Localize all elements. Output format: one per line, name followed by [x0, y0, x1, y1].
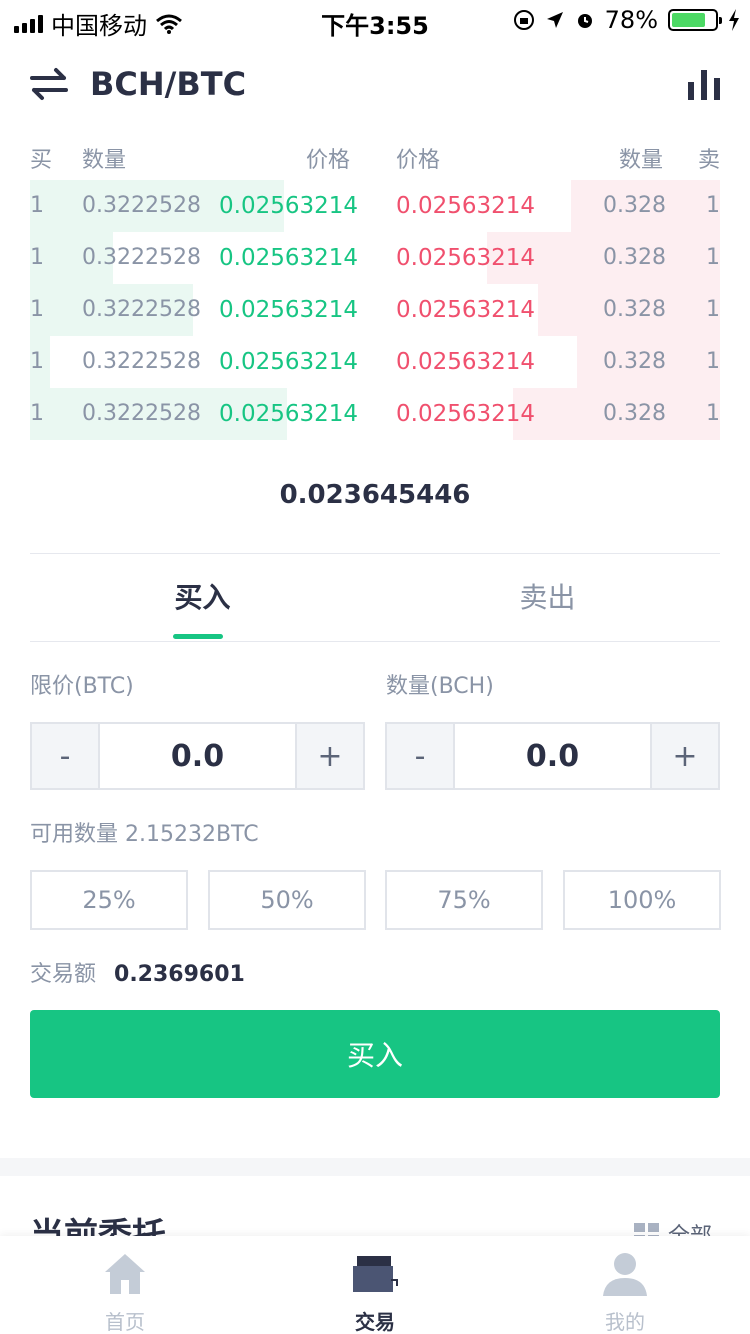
- trade-amount-value: 0.2369601: [114, 962, 245, 987]
- buy-count: 1: [30, 245, 44, 270]
- tab-buy[interactable]: 买入: [30, 554, 375, 642]
- buy-qty: 0.3222528: [82, 401, 201, 426]
- trade-amount-label: 交易额: [30, 962, 97, 987]
- divider: [30, 641, 720, 642]
- price-input[interactable]: 0.0: [98, 724, 297, 788]
- battery-percent: 78%: [604, 6, 658, 34]
- buy-qty: 0.3222528: [82, 193, 201, 218]
- percent-100-button[interactable]: 100%: [563, 870, 721, 930]
- tab-sell[interactable]: 卖出: [375, 554, 720, 642]
- order-book: 买 数量 价格 价格 数量 卖 1 0.3222528 0.02563214 0.02…: [30, 140, 720, 440]
- sell-count: 1: [706, 245, 720, 270]
- qty-input[interactable]: 0.0: [453, 724, 652, 788]
- percent-75-button[interactable]: 75%: [385, 870, 543, 930]
- buy-price: 0.02563214: [219, 297, 359, 323]
- tabbar-mine[interactable]: 我的: [500, 1236, 750, 1334]
- sell-count: 1: [706, 193, 720, 218]
- sell-qty: 0.328: [603, 401, 666, 426]
- trade-tabs: 买入 卖出: [30, 554, 720, 642]
- swap-pair-icon[interactable]: [30, 66, 68, 102]
- order-book-row[interactable]: 1 0.3222528 0.02563214 0.02563214 0.328 1: [30, 232, 720, 284]
- order-book-row[interactable]: 1 0.3222528 0.02563214 0.02563214 0.328 1: [30, 284, 720, 336]
- profile-icon: [603, 1253, 647, 1296]
- sell-price: 0.02563214: [396, 245, 536, 271]
- sell-count: 1: [706, 401, 720, 426]
- status-right: 78%: [513, 6, 740, 34]
- home-icon: [105, 1254, 145, 1294]
- buy-price: 0.02563214: [219, 193, 359, 219]
- rotation-lock-icon: [513, 10, 534, 30]
- tabbar-mine-label: 我的: [605, 1310, 645, 1334]
- buy-qty: 0.3222528: [82, 297, 201, 322]
- price-minus-button[interactable]: -: [32, 724, 98, 788]
- tabbar-home-label: 首页: [105, 1310, 145, 1334]
- price-label: 限价(BTC): [30, 674, 134, 699]
- buy-submit-button[interactable]: 买入: [30, 1010, 720, 1098]
- available-balance: 可用数量 2.15232BTC: [30, 822, 259, 847]
- buy-qty: 0.3222528: [82, 245, 201, 270]
- qty-stepper: - 0.0 +: [385, 722, 720, 790]
- buy-header: 买: [30, 148, 53, 173]
- sell-header: 卖: [697, 148, 720, 173]
- percent-50-button[interactable]: 50%: [208, 870, 366, 930]
- qty-plus-button[interactable]: +: [652, 724, 718, 788]
- tabbar-trade[interactable]: 交易: [250, 1236, 500, 1334]
- header: BCH/BTC: [30, 62, 720, 106]
- sell-qty-header: 数量: [619, 148, 664, 173]
- alarm-icon: [577, 14, 592, 28]
- trade-icon: [353, 1256, 398, 1292]
- percent-25-button[interactable]: 25%: [30, 870, 188, 930]
- buy-price: 0.02563214: [219, 401, 359, 427]
- order-book-row[interactable]: 1 0.3222528 0.02563214 0.02563214 0.328 1: [30, 388, 720, 440]
- sell-price: 0.02563214: [396, 297, 536, 323]
- price-stepper: - 0.0 +: [30, 722, 365, 790]
- status-bar: 中国移动 下午3:55 78%: [0, 0, 750, 40]
- buy-price: 0.02563214: [219, 245, 359, 271]
- buy-price-header: 价格: [306, 148, 351, 173]
- sell-qty: 0.328: [603, 193, 666, 218]
- sell-price-header: 价格: [396, 148, 441, 173]
- buy-qty: 0.3222528: [82, 349, 201, 374]
- sell-price: 0.02563214: [396, 349, 536, 375]
- buy-price: 0.02563214: [219, 349, 359, 375]
- order-book-header: 买 数量 价格 价格 数量 卖: [30, 140, 720, 180]
- section-separator: [0, 1158, 750, 1176]
- order-book-row[interactable]: 1 0.3222528 0.02563214 0.02563214 0.328 1: [30, 336, 720, 388]
- charging-icon: [729, 9, 739, 31]
- buy-count: 1: [30, 297, 44, 322]
- active-tab-indicator: [173, 634, 223, 639]
- kline-chart-icon[interactable]: [688, 68, 720, 100]
- tabbar-home[interactable]: 首页: [0, 1236, 250, 1334]
- battery-icon: [668, 9, 722, 31]
- pair-title[interactable]: BCH/BTC: [90, 62, 246, 106]
- sell-price: 0.02563214: [396, 193, 536, 219]
- trade-amount: 交易额 0.2369601: [30, 956, 245, 988]
- bottom-tab-bar: 首页 交易 我的: [0, 1236, 750, 1334]
- order-book-row[interactable]: 1 0.3222528 0.02563214 0.02563214 0.328 1: [30, 180, 720, 232]
- sell-count: 1: [706, 297, 720, 322]
- buy-count: 1: [30, 401, 44, 426]
- sell-count: 1: [706, 349, 720, 374]
- price-plus-button[interactable]: +: [297, 724, 363, 788]
- sell-price: 0.02563214: [396, 401, 536, 427]
- sell-qty: 0.328: [603, 245, 666, 270]
- sell-qty: 0.328: [603, 349, 666, 374]
- order-book-rows: 1 0.3222528 0.02563214 0.02563214 0.328 1 1 0.3…: [30, 180, 720, 440]
- sell-qty: 0.328: [603, 297, 666, 322]
- location-icon: [546, 12, 563, 28]
- buy-count: 1: [30, 193, 44, 218]
- qty-minus-button[interactable]: -: [387, 724, 453, 788]
- buy-count: 1: [30, 349, 44, 374]
- tabbar-trade-label: 交易: [355, 1310, 395, 1334]
- last-price: 0.023645446: [279, 480, 471, 510]
- buy-qty-header: 数量: [82, 148, 127, 173]
- qty-label: 数量(BCH): [386, 674, 494, 699]
